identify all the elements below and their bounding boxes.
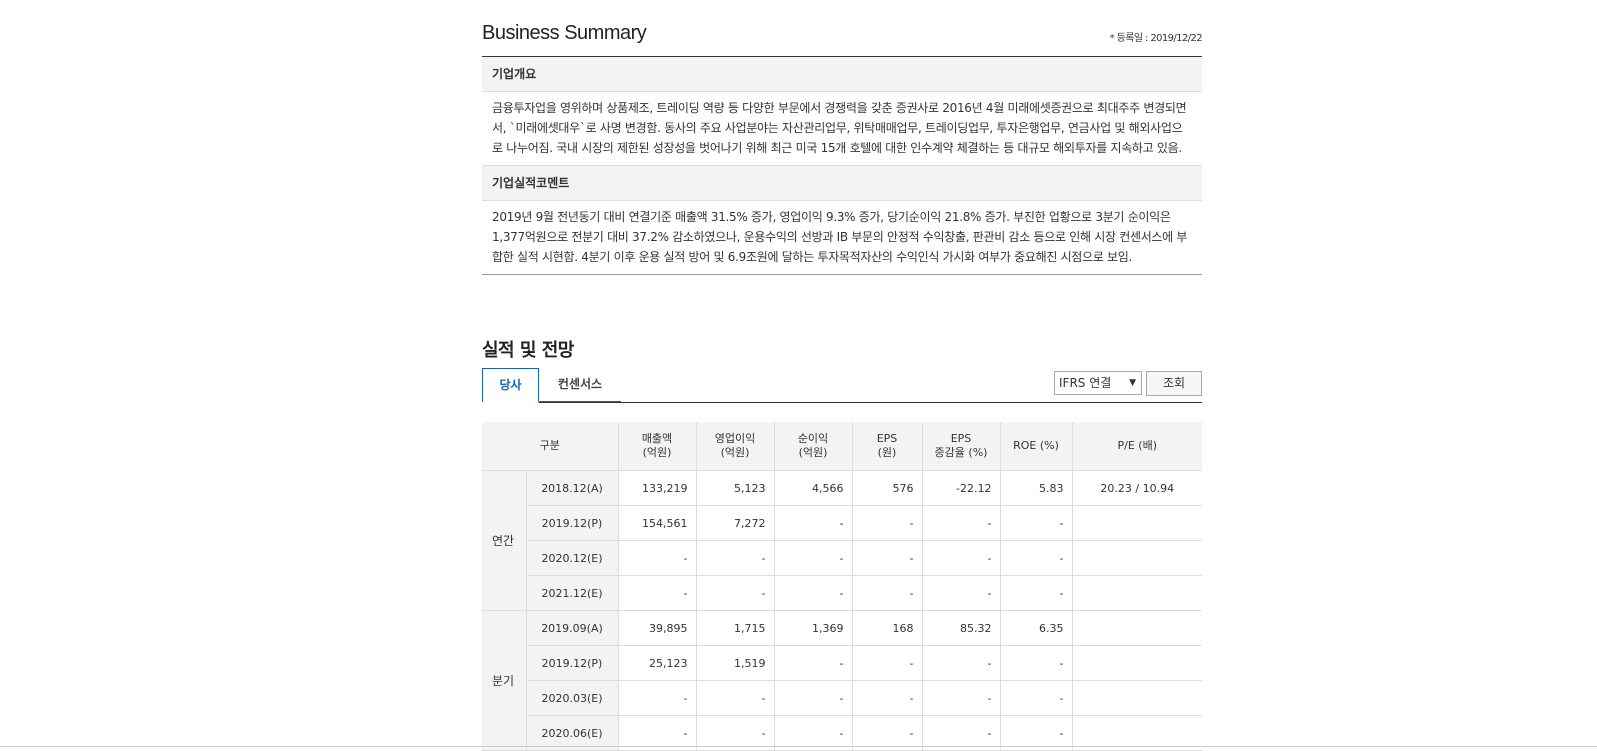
cell-operating-profit: 1,715 xyxy=(695,610,774,646)
cell-period: 2020.12(E) xyxy=(525,540,618,576)
cell-revenue: 25,123 xyxy=(617,645,696,681)
cell-eps: 168 xyxy=(851,610,922,646)
table-row: 2020.12(E) - - - - - - xyxy=(482,540,1202,576)
performance-tabbar: 당사 컨센서스 IFRS 연결 ▼ 조회 xyxy=(482,368,1202,403)
cell-period: 2019.12(P) xyxy=(525,645,618,681)
cell-eps: - xyxy=(851,680,922,716)
table-row: 분기 2019.09(A) 39,895 1,715 1,369 168 85.32 6.35 xyxy=(482,610,1202,751)
table-row: 2020.03(E) - - - - - - xyxy=(482,680,1202,716)
cell-period: 2018.12(A) xyxy=(525,470,618,506)
header-pe: P/E (배) xyxy=(1071,422,1202,471)
cell-revenue: 154,561 xyxy=(617,505,696,541)
cell-roe: - xyxy=(999,680,1072,716)
cell-period: 2019.09(A) xyxy=(525,610,618,646)
table-row: 2019.12(P) 154,561 7,272- - - - xyxy=(482,505,1202,541)
cell-pe xyxy=(1071,575,1202,611)
cell-pe xyxy=(1071,680,1202,716)
cell-operating-profit: 1,519 xyxy=(695,645,774,681)
cell-pe xyxy=(1071,540,1202,576)
cell-roe: - xyxy=(999,575,1072,611)
cell-pe: 20.23 / 10.94 xyxy=(1071,470,1202,506)
cell-net-income: 1,369 xyxy=(773,610,852,646)
cell-revenue: - xyxy=(617,540,696,576)
cell-net-income: - xyxy=(773,540,852,576)
header-net-income: 순이익 (억원) xyxy=(773,422,852,471)
header-eps: EPS (원) xyxy=(851,422,922,471)
cell-revenue: 39,895 xyxy=(617,610,696,646)
cell-pe xyxy=(1071,645,1202,681)
cell-net-income: 4,566 xyxy=(773,470,852,506)
comment-text: 2019년 9월 전년동기 대비 연결기준 매출액 31.5% 증가, 영업이익… xyxy=(482,201,1202,275)
cell-eps-growth: - xyxy=(921,540,1000,576)
business-summary-header: Business Summary * 등록일 : 2019/12/22 xyxy=(482,0,1203,57)
cell-roe: - xyxy=(999,540,1072,576)
cell-roe: 6.35 xyxy=(999,610,1072,646)
cell-revenue: 133,219 xyxy=(617,470,696,506)
cell-operating-profit: 7,272 xyxy=(695,505,774,541)
cell-eps: - xyxy=(851,505,922,541)
business-summary-title: Business Summary xyxy=(482,22,647,44)
cell-operating-profit: - xyxy=(695,680,774,716)
cell-net-income: - xyxy=(773,680,852,716)
cell-pe xyxy=(1071,610,1202,646)
overview-text: 금융투자업을 영위하며 상품제조, 트레이딩 역량 등 다양한 부문에서 경쟁력… xyxy=(482,92,1202,166)
select-value: IFRS 연결 xyxy=(1059,376,1112,390)
financial-table: 구분 매출액 (억원) 영업이익 (억원) 순이익 (억원) EPS (원) EPS 증감… xyxy=(482,422,1202,751)
cell-roe: - xyxy=(999,645,1072,681)
comment-heading: 기업실적코멘트 xyxy=(482,166,1202,201)
cell-net-income: - xyxy=(773,505,852,541)
table-header-row: 구분 매출액 (억원) 영업이익 (억원) 순이익 (억원) EPS (원) EPS 증감… xyxy=(482,422,1202,471)
registration-date: * 등록일 : 2019/12/22 xyxy=(1109,33,1203,44)
cell-eps-growth: - xyxy=(921,575,1000,611)
cell-eps-growth: - xyxy=(921,645,1000,681)
overview-heading: 기업개요 xyxy=(482,57,1202,92)
cell-period: 2021.12(E) xyxy=(525,575,618,611)
header-category: 구분 xyxy=(482,422,618,471)
cell-pe xyxy=(1071,505,1202,541)
table-row: 연간 2018.12(A) 133,219 5,123 4,566 576 -22.12 5.… xyxy=(482,470,1202,611)
cell-eps-growth: 85.32 xyxy=(921,610,1000,646)
cell-period: 2020.03(E) xyxy=(525,680,618,716)
chevron-down-icon: ▼ xyxy=(1129,378,1136,388)
header-operating-profit: 영업이익 (억원) xyxy=(695,422,774,471)
cell-eps-growth: -22.12 xyxy=(921,470,1000,506)
table-row: 2019.12(P) 25,123 1,519- - - - xyxy=(482,645,1202,681)
cell-net-income: - xyxy=(773,645,852,681)
cell-eps: - xyxy=(851,540,922,576)
cell-eps: - xyxy=(851,645,922,681)
performance-title: 실적 및 전망 xyxy=(482,340,574,361)
cell-eps: 576 xyxy=(851,470,922,506)
cell-eps-growth: - xyxy=(921,680,1000,716)
cell-roe: - xyxy=(999,505,1072,541)
header-revenue: 매출액 (억원) xyxy=(617,422,696,471)
cell-revenue: - xyxy=(617,680,696,716)
group-quarterly: 분기 xyxy=(482,610,526,751)
tab-consensus[interactable]: 컨센서스 xyxy=(539,368,621,402)
table-row: 2021.12(E) - - - - - - xyxy=(482,575,1202,611)
cell-eps: - xyxy=(851,575,922,611)
cell-operating-profit: 5,123 xyxy=(695,470,774,506)
header-eps-growth: EPS 증감율 (%) xyxy=(921,422,1000,471)
cell-eps-growth: - xyxy=(921,505,1000,541)
cell-operating-profit: - xyxy=(695,540,774,576)
cell-net-income: - xyxy=(773,575,852,611)
business-summary-section: Business Summary * 등록일 : 2019/12/22 기업개요… xyxy=(482,0,1203,751)
cell-period: 2019.12(P) xyxy=(525,505,618,541)
cell-revenue: - xyxy=(617,575,696,611)
search-button[interactable]: 조회 xyxy=(1146,371,1202,396)
header-roe: ROE (%) xyxy=(999,422,1072,471)
accounting-standard-select[interactable]: IFRS 연결 ▼ xyxy=(1054,371,1142,395)
group-annual: 연간 xyxy=(482,470,526,611)
cell-operating-profit: - xyxy=(695,575,774,611)
cell-roe: 5.83 xyxy=(999,470,1072,506)
tab-company[interactable]: 당사 xyxy=(482,368,539,403)
